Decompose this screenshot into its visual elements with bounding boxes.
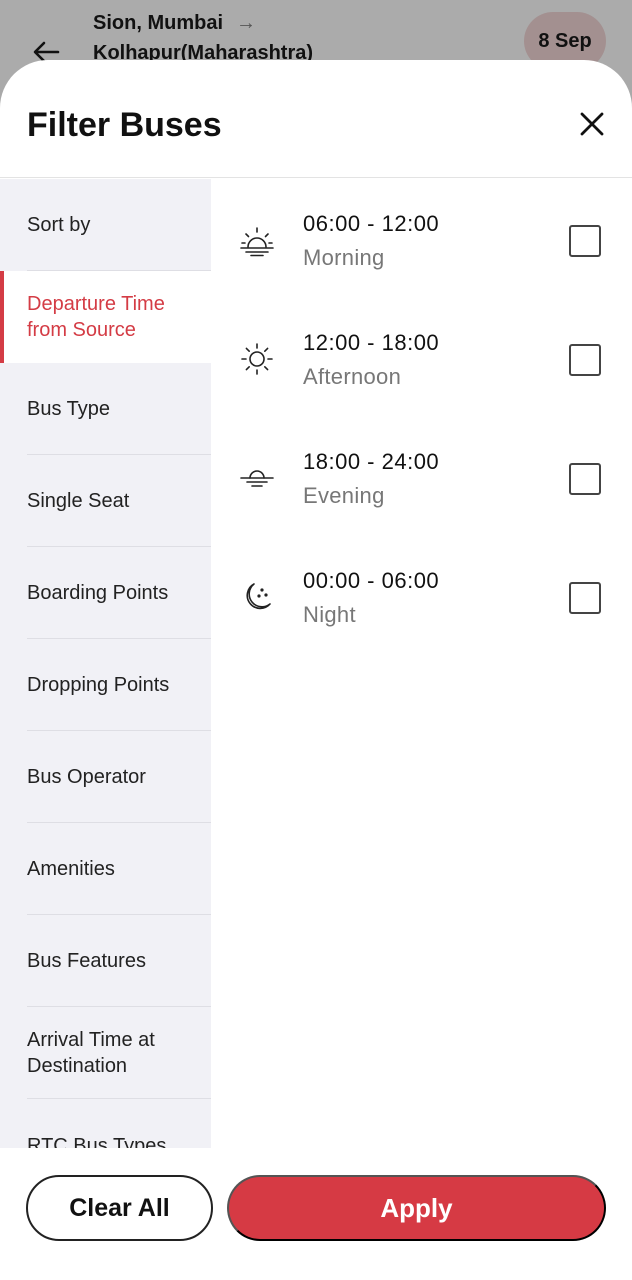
evening-checkbox[interactable] <box>569 463 601 495</box>
moon-icon <box>246 583 271 610</box>
route-arrow-icon: → <box>236 12 256 34</box>
nav-item-label: Bus Operator <box>27 766 146 788</box>
route-from: Sion, Mumbai <box>93 12 223 34</box>
morning-checkbox[interactable] <box>569 225 601 257</box>
filter-category-nav: Sort by Departure Time from Source Bus T… <box>0 179 211 1148</box>
option-morning[interactable]: 06:00 - 12:00 Morning <box>211 199 632 299</box>
nav-item-bus-type[interactable]: Bus Type <box>0 363 211 455</box>
sheet-title: Filter Buses <box>27 106 222 144</box>
sheet-footer: Clear All Apply <box>0 1148 632 1280</box>
clear-all-button[interactable]: Clear All <box>26 1175 213 1241</box>
nav-item-arrival-time[interactable]: Arrival Time at Destination <box>0 1007 211 1099</box>
nav-item-bus-operator[interactable]: Bus Operator <box>0 731 211 823</box>
sheet-header: Filter Buses <box>0 60 632 178</box>
nav-item-bus-features[interactable]: Bus Features <box>0 915 211 1007</box>
nav-item-label: Bus Features <box>27 950 146 972</box>
nav-item-label: Sort by <box>27 214 91 236</box>
nav-item-label: Departure Time from Source <box>27 293 165 341</box>
filter-sheet: Filter Buses Sort by Departure Time from… <box>0 60 632 1280</box>
nav-item-rtc-bus-types[interactable]: RTC Bus Types <box>0 1099 211 1148</box>
sun-icon <box>241 343 273 375</box>
nav-item-boarding-points[interactable]: Boarding Points <box>0 547 211 639</box>
option-time-range: 12:00 - 18:00 <box>303 330 440 355</box>
sunset-icon <box>240 470 274 487</box>
nav-item-departure-time[interactable]: Departure Time from Source <box>0 271 211 363</box>
close-icon[interactable] <box>574 106 610 142</box>
apply-button[interactable]: Apply <box>227 1175 606 1241</box>
nav-item-label: Amenities <box>27 858 115 880</box>
option-period-name: Morning <box>303 245 385 270</box>
option-time-range: 06:00 - 12:00 <box>303 211 440 236</box>
option-period-name: Afternoon <box>303 364 402 389</box>
nav-item-label: Single Seat <box>27 490 130 512</box>
sunrise-icon <box>240 227 274 257</box>
nav-item-dropping-points[interactable]: Dropping Points <box>0 639 211 731</box>
night-checkbox[interactable] <box>569 582 601 614</box>
afternoon-checkbox[interactable] <box>569 344 601 376</box>
nav-item-label: RTC Bus Types <box>27 1135 167 1148</box>
option-time-range: 18:00 - 24:00 <box>303 449 440 474</box>
nav-item-label: Bus Type <box>27 398 111 420</box>
nav-item-label: Arrival Time at Destination <box>27 1029 155 1077</box>
option-night[interactable]: 00:00 - 06:00 Night <box>211 556 632 656</box>
option-evening[interactable]: 18:00 - 24:00 Evening <box>211 437 632 537</box>
nav-item-label: Dropping Points <box>27 674 170 696</box>
option-time-range: 00:00 - 06:00 <box>303 568 440 593</box>
nav-item-sort-by[interactable]: Sort by <box>0 179 211 271</box>
option-afternoon[interactable]: 12:00 - 18:00 Afternoon <box>211 318 632 418</box>
departure-time-options: 06:00 - 12:00 Morning 12:00 - 18:00 Afte… <box>211 179 632 1148</box>
option-period-name: Evening <box>303 483 385 508</box>
nav-item-single-seat[interactable]: Single Seat <box>0 455 211 547</box>
nav-item-label: Boarding Points <box>27 582 169 604</box>
option-period-name: Night <box>303 602 356 627</box>
nav-item-amenities[interactable]: Amenities <box>0 823 211 915</box>
